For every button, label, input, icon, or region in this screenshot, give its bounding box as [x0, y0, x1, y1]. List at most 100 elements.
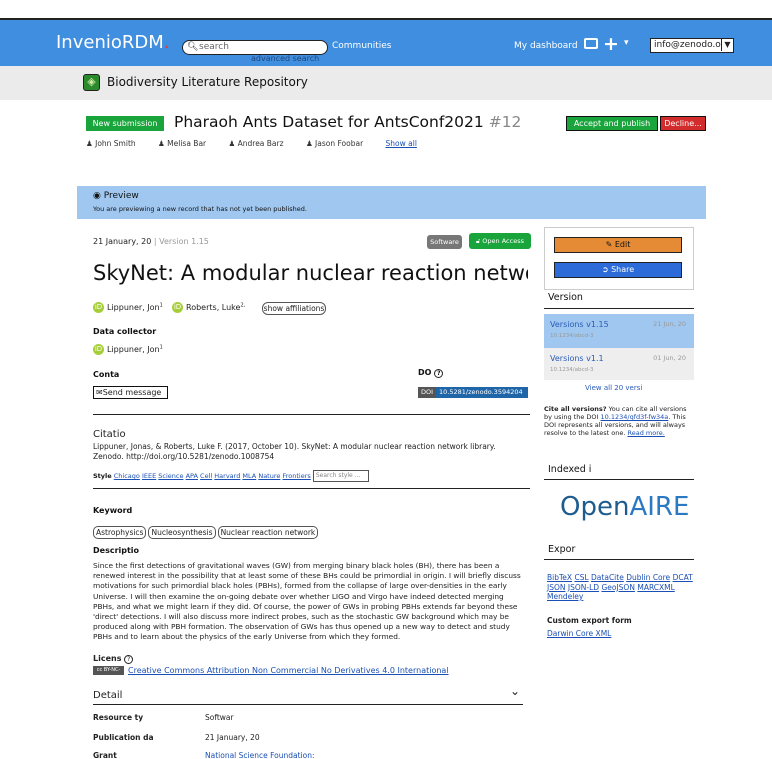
- help-icon[interactable]: ?: [124, 655, 134, 664]
- view-all-versions-link[interactable]: View all 20 versi: [585, 384, 642, 392]
- keywords-label: Keyword: [93, 506, 133, 515]
- preview-text: You are previewing a new record that has…: [93, 205, 307, 213]
- preview-heading: ◉ Preview: [93, 191, 139, 201]
- search-icon: 🔍︎: [187, 42, 199, 52]
- plus-icon[interactable]: +: [603, 33, 619, 55]
- export-link[interactable]: Dublin Core: [626, 573, 670, 582]
- export-link[interactable]: JSON-LD: [568, 583, 599, 592]
- creator-item[interactable]: iD Lippuner, Jon1: [93, 302, 163, 313]
- status-badge: New submission: [86, 116, 164, 131]
- advanced-search-link[interactable]: advanced search: [251, 54, 319, 63]
- export-link[interactable]: GeoJSON: [601, 583, 635, 592]
- user-menu[interactable]: info@zenodo.org ▼: [650, 38, 734, 53]
- version-doi: 10.1234/abcd-3: [550, 367, 594, 373]
- export-link[interactable]: DataCite: [591, 573, 624, 582]
- export-link[interactable]: JSON: [547, 583, 566, 592]
- citation-style-selector: Style Chicago IEEE Science APA Cell Harv…: [93, 470, 369, 482]
- export-link[interactable]: CSL: [574, 573, 588, 582]
- leaf-icon: ◈: [83, 74, 100, 91]
- license-label: Licens ?: [93, 654, 134, 664]
- description-text: Since the first detections of gravitatio…: [93, 561, 521, 642]
- export-heading: Expor: [548, 544, 576, 555]
- chevron-down-icon[interactable]: ▾: [624, 38, 629, 48]
- version-name: Versions v1.1: [550, 354, 604, 363]
- divider: [93, 414, 530, 415]
- publication-date: 21 January, 20 | Version 1.15: [93, 237, 209, 246]
- keyword-tag[interactable]: Nucleosynthesis: [148, 526, 216, 539]
- search-input[interactable]: 🔍︎ search: [182, 40, 328, 55]
- community-name[interactable]: Biodiversity Literature Repository: [107, 75, 308, 89]
- style-link[interactable]: Science: [158, 472, 183, 480]
- details-heading[interactable]: Detail: [93, 690, 122, 701]
- doi-badge[interactable]: DOI 10.5281/zenodo.3594204: [418, 387, 528, 398]
- accept-publish-button[interactable]: Accept and publish: [566, 116, 658, 131]
- access-badge: 🔓︎ Open Access: [469, 233, 531, 249]
- send-message-button[interactable]: ✉Send message: [93, 386, 168, 399]
- data-collector-label: Data collector: [93, 327, 157, 336]
- help-icon[interactable]: ?: [434, 369, 444, 378]
- share-button[interactable]: ➲ Share: [554, 262, 682, 278]
- show-all-link[interactable]: Show all: [386, 139, 417, 148]
- cc-license-badge: cc BY-NC-ND: [93, 666, 124, 682]
- style-link[interactable]: APA: [186, 472, 198, 480]
- style-link[interactable]: IEEE: [142, 472, 156, 480]
- versions-heading: Version: [548, 292, 583, 303]
- decline-button[interactable]: Decline...: [660, 116, 706, 131]
- eye-icon: ◉: [93, 191, 101, 201]
- version-item-active[interactable]: Versions v1.15 21 Jun, 20 10.1234/abcd-3: [544, 314, 694, 348]
- creator-item[interactable]: iD Roberts, Luke2,: [172, 302, 245, 313]
- author-item: ♟ Melisa Bar: [158, 139, 207, 148]
- divider: [93, 488, 530, 489]
- openaire-logo[interactable]: OpenAIRE: [560, 492, 689, 522]
- description-label: Descriptio: [93, 546, 140, 555]
- show-affiliations-button[interactable]: show affiliations: [262, 302, 326, 315]
- orcid-icon: iD: [172, 302, 183, 313]
- grant-link[interactable]: National Science Foundation:: [205, 751, 315, 759]
- resource-type-badge: Software: [427, 235, 462, 249]
- style-link[interactable]: Nature: [258, 472, 280, 480]
- style-link[interactable]: Chicago: [114, 472, 140, 480]
- concept-doi-link[interactable]: 10.1234/qfd3f-fw34a: [601, 413, 669, 421]
- preview-banner: [77, 186, 706, 219]
- export-link[interactable]: Mendeley: [547, 592, 583, 601]
- share-icon: ➲: [601, 265, 609, 274]
- inbox-icon[interactable]: [584, 38, 598, 49]
- style-search-input[interactable]: Search style ...: [312, 470, 369, 482]
- detail-value: 21 January, 20: [205, 733, 260, 742]
- darwin-core-link[interactable]: Darwin Core XML: [547, 629, 611, 638]
- license-link[interactable]: Creative Commons Attribution Non Commerc…: [128, 666, 449, 675]
- read-more-link[interactable]: Read more.: [628, 429, 665, 437]
- submission-authors: ♟ John Smith ♟ Melisa Bar ♟ Andrea Barz …: [86, 139, 417, 148]
- divider: [93, 704, 523, 705]
- version-item[interactable]: Versions v1.1 01 Jun, 20 10.1234/abcd-3: [544, 348, 694, 380]
- detail-label: Resource ty: [93, 713, 144, 722]
- keyword-tag[interactable]: Astrophysics: [93, 526, 147, 539]
- divider: [544, 308, 694, 309]
- detail-label: Publication da: [93, 733, 154, 742]
- author-item: ♟ John Smith: [86, 139, 136, 148]
- style-link[interactable]: Frontiers: [282, 472, 310, 480]
- chevron-down-icon[interactable]: ⌄: [510, 684, 520, 698]
- style-link[interactable]: Harvard: [214, 472, 240, 480]
- keyword-tag[interactable]: Nuclear reaction network: [217, 526, 319, 539]
- dashboard-link[interactable]: My dashboard: [514, 41, 578, 51]
- brand-logo[interactable]: InvenioRDM.: [56, 32, 170, 53]
- export-link[interactable]: MARCXML: [637, 583, 674, 592]
- citation-heading: Citatio: [93, 429, 126, 440]
- detail-value: Softwar: [205, 713, 234, 722]
- contributor-item[interactable]: iD Lippuner, Jon1: [93, 344, 163, 355]
- pencil-icon: ✎: [605, 240, 613, 249]
- style-link[interactable]: MLA: [242, 472, 256, 480]
- submission-number: #12: [488, 113, 522, 131]
- contact-label: Conta: [93, 370, 120, 379]
- edit-button[interactable]: ✎ Edit: [554, 237, 682, 253]
- export-link[interactable]: BibTeX: [547, 573, 572, 582]
- divider: [544, 479, 694, 480]
- user-email: info@zenodo.org: [654, 40, 731, 50]
- license: cc BY-NC-ND Creative Commons Attribution …: [93, 666, 449, 682]
- style-link[interactable]: Cell: [200, 472, 212, 480]
- submission-title-text: Pharaoh Ants Dataset for AntsConf2021: [174, 113, 484, 131]
- export-link[interactable]: DCAT: [673, 573, 693, 582]
- communities-link[interactable]: Communities: [332, 41, 392, 51]
- citation-text: Lippuner, Jonas, & Roberts, Luke F. (201…: [93, 442, 496, 461]
